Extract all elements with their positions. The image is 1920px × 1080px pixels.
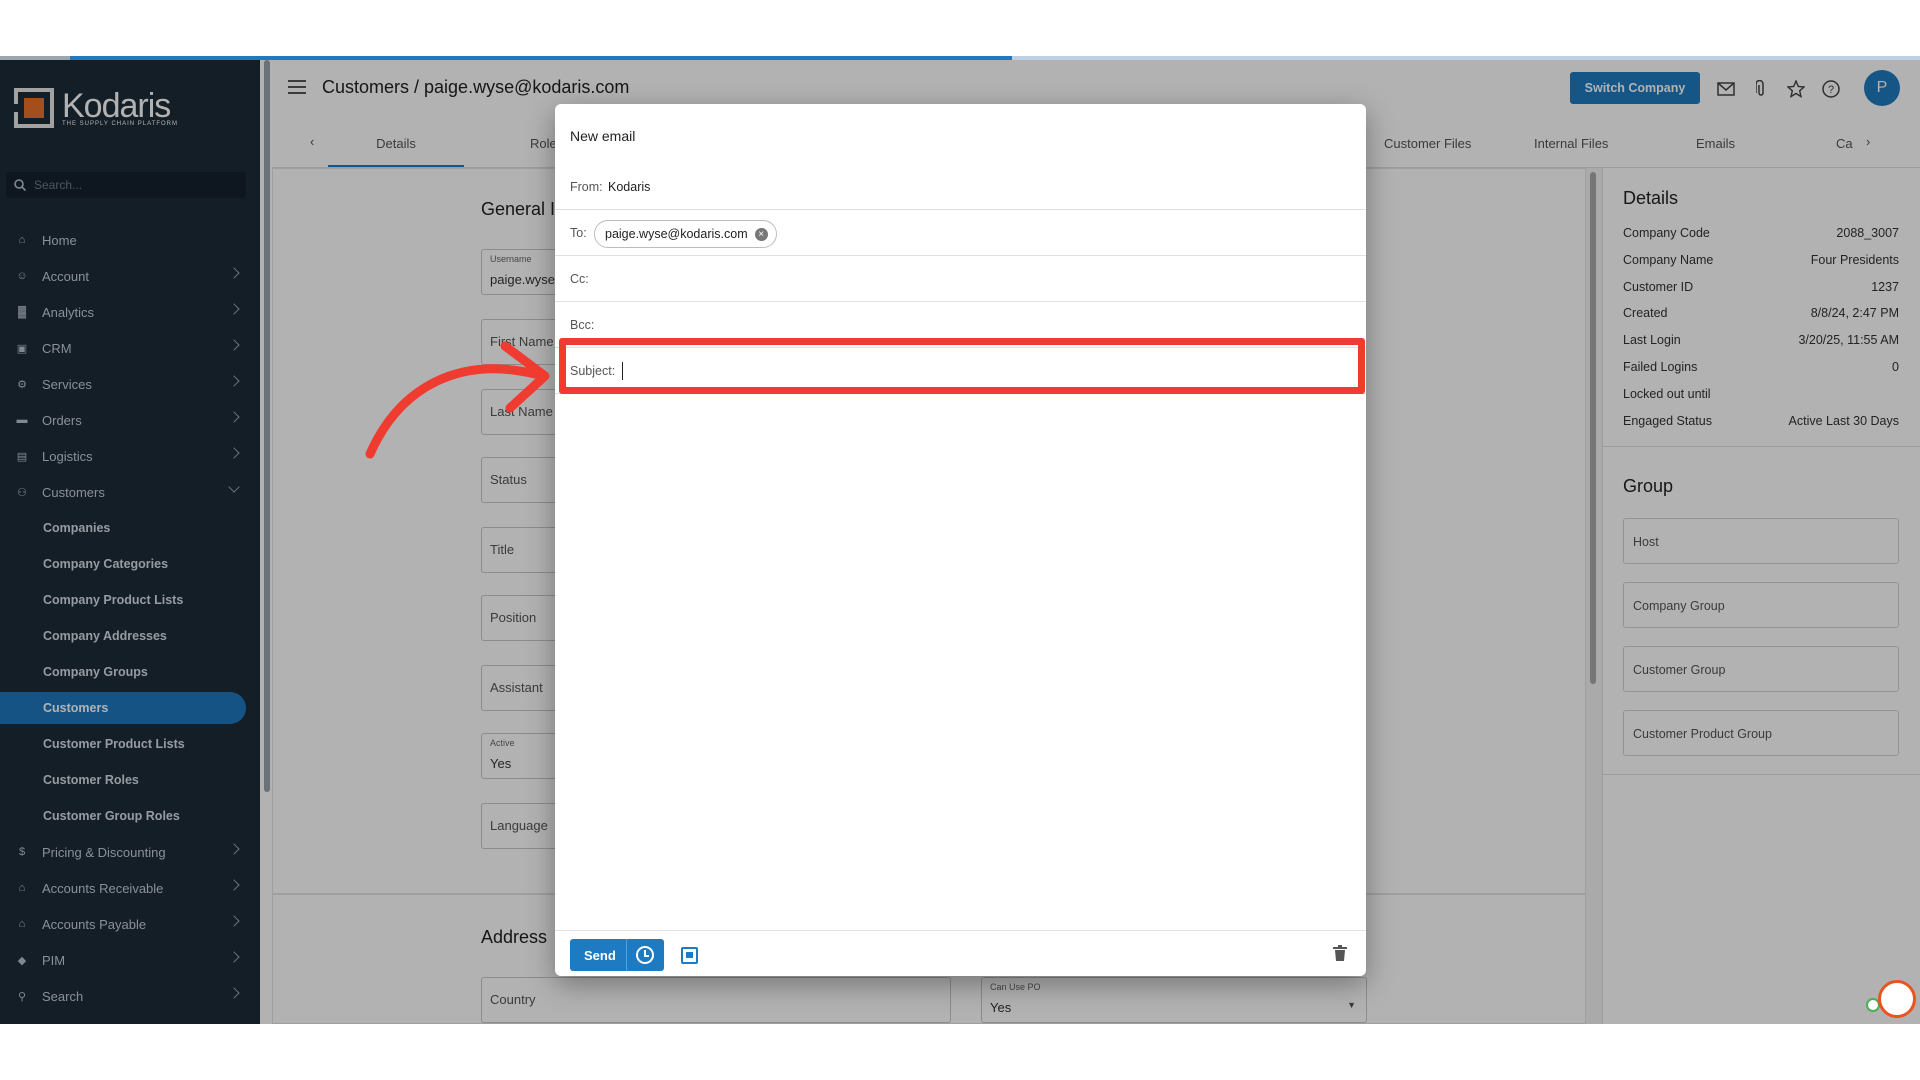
remove-recipient-icon[interactable]: × [754,228,768,241]
pointer-arrow-icon [365,341,550,459]
send-button[interactable]: Send [570,939,664,971]
app-window: Kodaris THE SUPPLY CHAIN PLATFORM ⌂Home☺… [0,56,1920,1024]
dialog-footer: Send [555,930,1366,976]
subject-highlight-box [559,338,1365,394]
email-body-editor[interactable] [555,394,1366,930]
dialog-title: New email [570,128,636,144]
save-draft-icon[interactable] [681,947,698,964]
from-row: From: Kodaris [555,164,1366,210]
trash-icon[interactable] [1333,945,1347,961]
to-row[interactable]: To: paige.wyse@kodaris.com × [555,210,1366,256]
schedule-send-icon[interactable] [636,946,654,964]
from-value: Kodaris [608,180,651,194]
recipient-chip[interactable]: paige.wyse@kodaris.com × [594,220,777,248]
chat-support-icon[interactable] [1878,980,1916,1018]
new-email-dialog: New email From: Kodaris To: paige.wyse@k… [555,104,1366,976]
cc-row[interactable]: Cc: [555,256,1366,302]
